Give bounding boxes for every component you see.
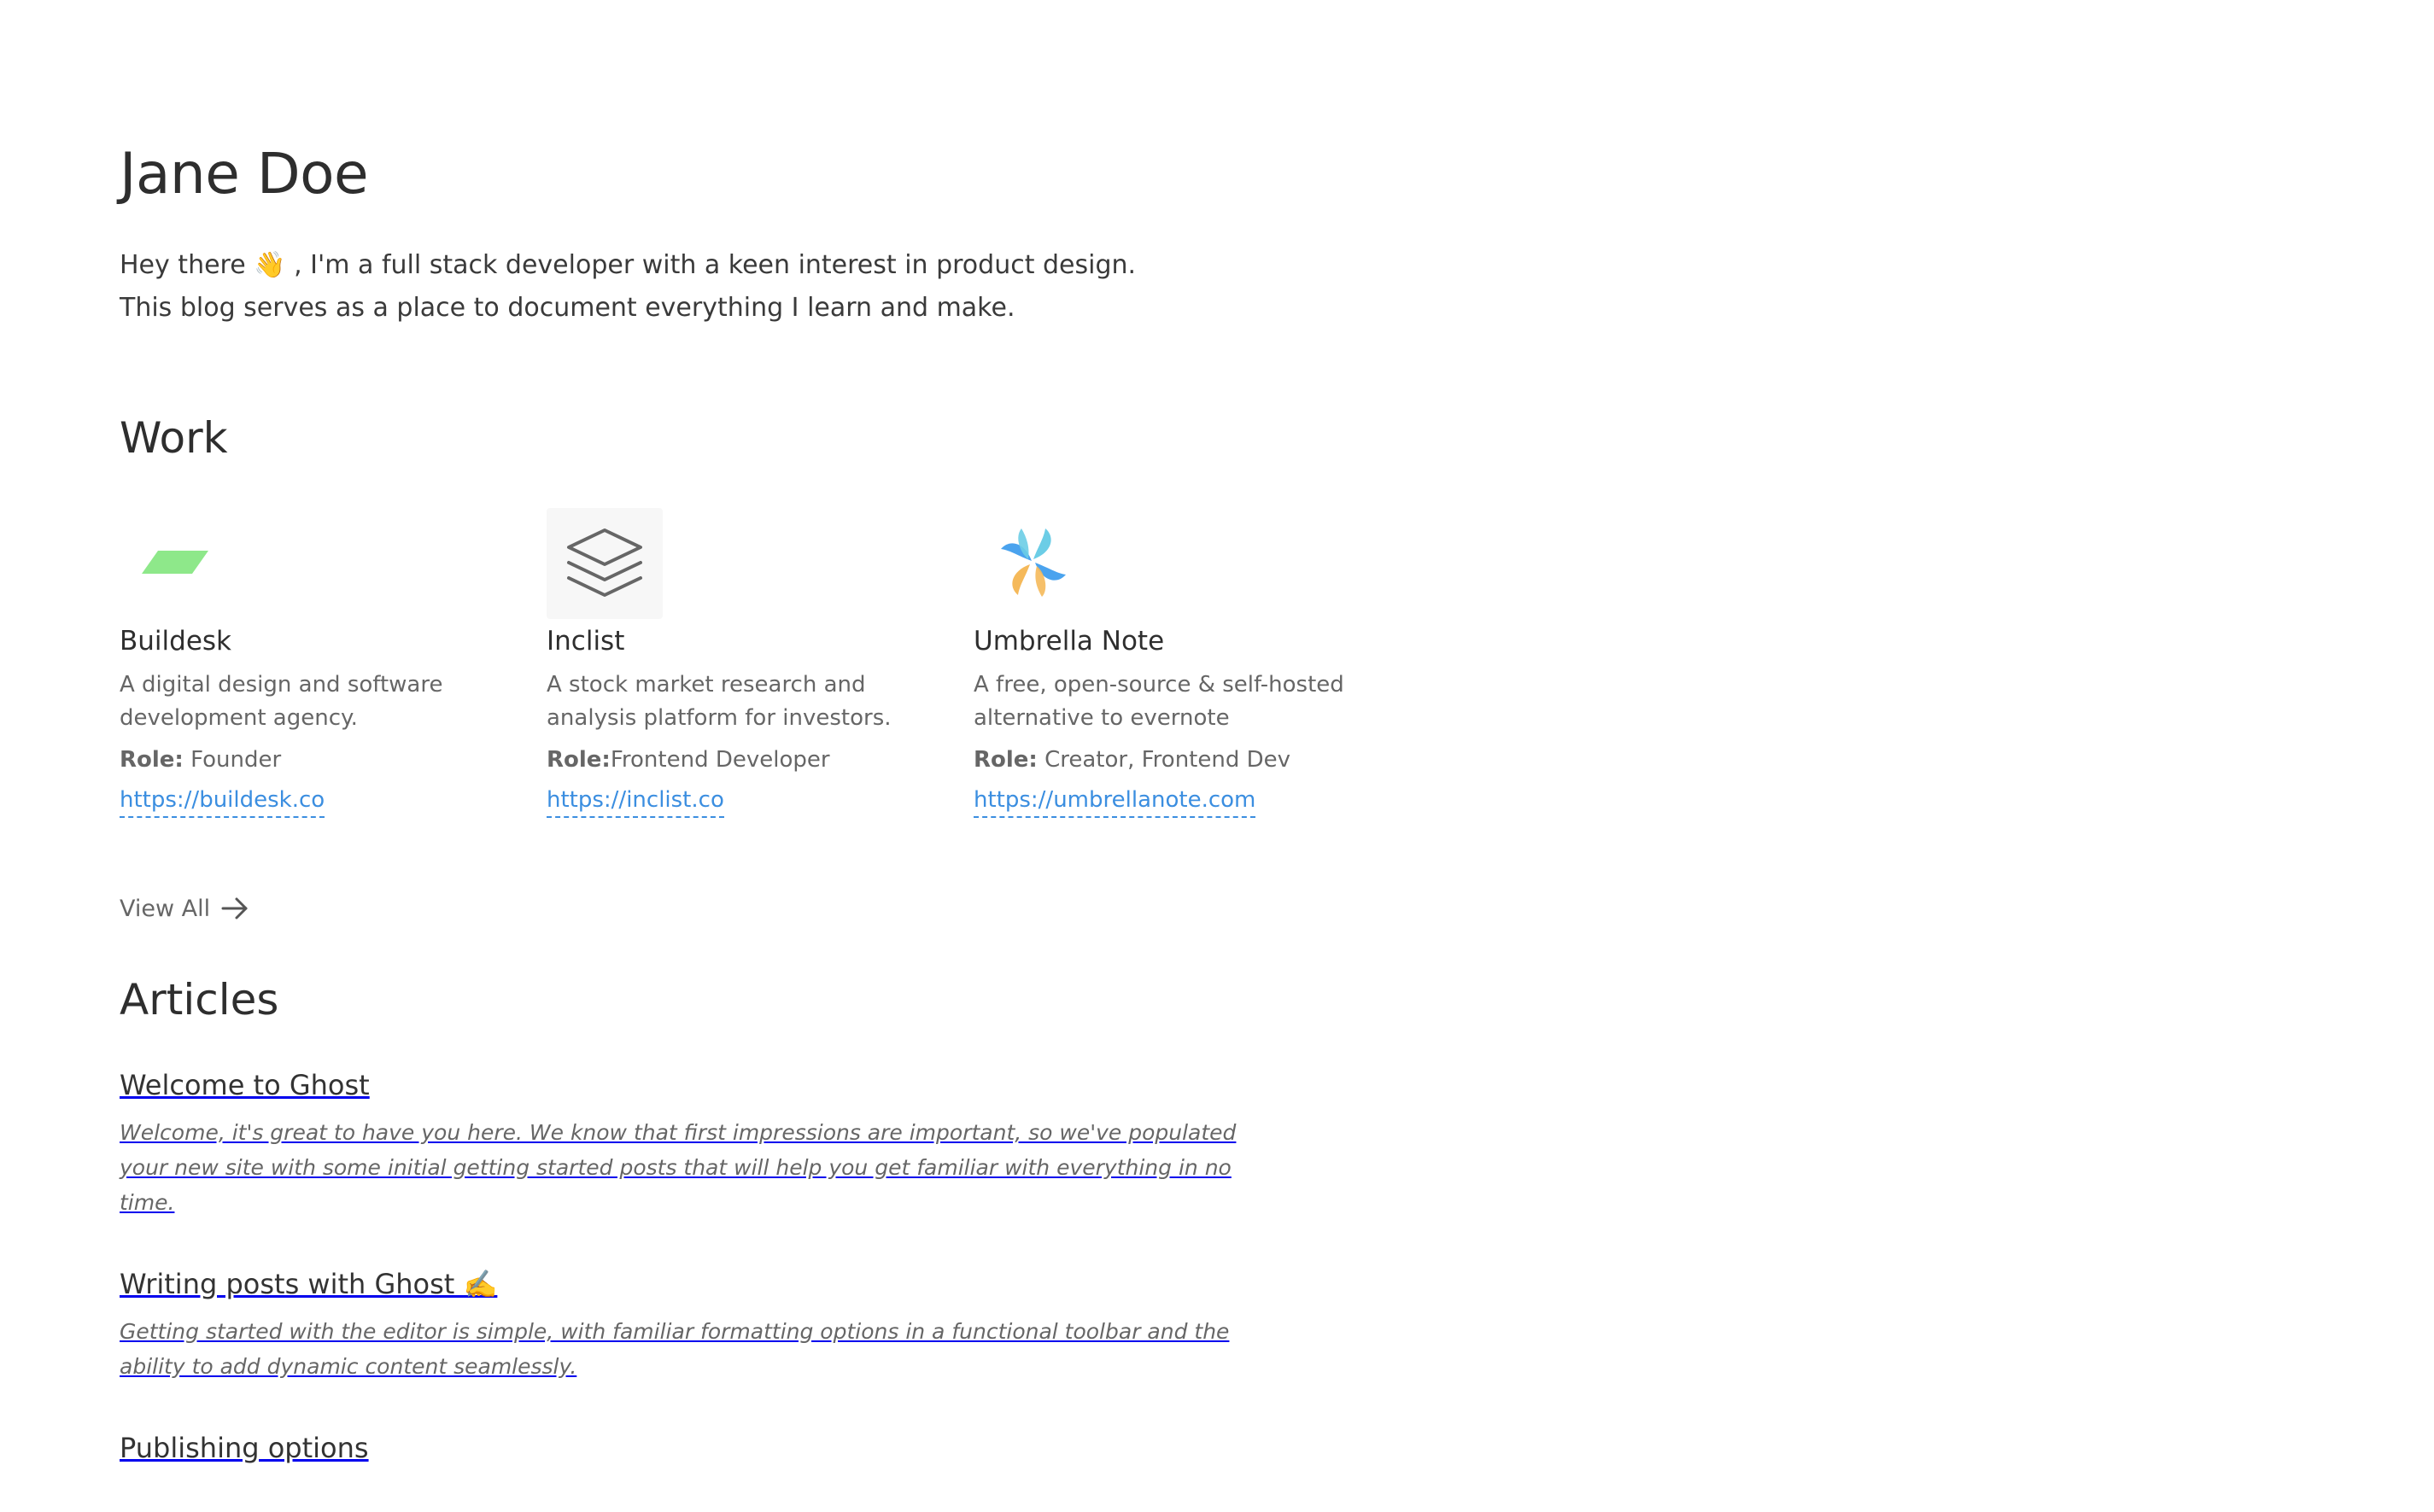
articles-section-title: Articles bbox=[120, 975, 279, 1025]
role-value: Frontend Developer bbox=[610, 747, 830, 773]
article-excerpt: Getting started with the editor is simpl… bbox=[120, 1319, 1230, 1379]
project-link-buildesk[interactable]: https://buildesk.co bbox=[120, 784, 325, 818]
project-name: Inclist bbox=[547, 626, 625, 657]
project-description: A stock market research and analysis pla… bbox=[547, 672, 892, 731]
writing-hand-emoji-icon: ✍️ bbox=[463, 1268, 498, 1300]
project-card-buildesk: Buildesk A digital design and software d… bbox=[120, 508, 530, 818]
project-name: Buildesk bbox=[120, 626, 231, 657]
project-link-umbrella-note[interactable]: https://umbrellanote.com bbox=[974, 784, 1256, 818]
inclist-layers-logo-icon[interactable] bbox=[547, 508, 663, 619]
projects-list: Buildesk A digital design and software d… bbox=[120, 508, 1366, 832]
umbrella-note-logo-svg bbox=[1001, 528, 1066, 597]
intro-text-start: Hey there bbox=[120, 250, 255, 280]
project-link-inclist[interactable]: https://inclist.co bbox=[547, 784, 724, 818]
article-item[interactable]: Writing posts with Ghost ✍️ Getting star… bbox=[120, 1264, 1315, 1384]
waving-hand-emoji-icon: 👋 bbox=[254, 250, 286, 280]
project-description: A free, open-source & self-hosted altern… bbox=[974, 672, 1344, 731]
articles-list: Welcome to Ghost Welcome, it's great to … bbox=[120, 1065, 1315, 1512]
article-title: Writing posts with Ghost ✍️ bbox=[120, 1264, 1315, 1304]
buildesk-logo-shape bbox=[142, 551, 208, 574]
project-name: Umbrella Note bbox=[974, 626, 1165, 657]
petal-top bbox=[1033, 528, 1051, 559]
author-name: Jane Doe bbox=[120, 141, 369, 207]
umbrella-note-logo-icon[interactable] bbox=[974, 508, 1090, 619]
work-section-title: Work bbox=[120, 413, 228, 463]
buildesk-logo-svg bbox=[142, 551, 208, 574]
role-value: Creator, Frontend Dev bbox=[1037, 747, 1291, 773]
view-all-label: View All bbox=[120, 895, 211, 922]
role-value: Founder bbox=[183, 747, 282, 773]
article-title-text: Writing posts with Ghost bbox=[120, 1268, 464, 1300]
inclist-logo-svg bbox=[567, 528, 642, 597]
role-label: Role: bbox=[974, 747, 1038, 773]
arrow-right-icon bbox=[221, 897, 248, 919]
project-card-umbrella-note: Umbrella Note A free, open-source & self… bbox=[974, 508, 1384, 818]
project-role: Role: Founder bbox=[120, 744, 530, 777]
article-title: Welcome to Ghost bbox=[120, 1069, 370, 1101]
intro-text: Hey there 👋 , I'm a full stack developer… bbox=[120, 244, 1144, 330]
project-role: Role:Frontend Developer bbox=[547, 744, 957, 777]
view-all-link[interactable]: View All bbox=[120, 892, 251, 925]
article-excerpt: Welcome, it's great to have you here. We… bbox=[120, 1120, 1237, 1215]
buildesk-logo-icon[interactable] bbox=[120, 508, 236, 619]
role-label: Role: bbox=[547, 747, 611, 773]
role-label: Role: bbox=[120, 747, 184, 773]
petal-bottom bbox=[1012, 564, 1030, 595]
project-description: A digital design and software developmen… bbox=[120, 672, 443, 731]
project-role: Role: Creator, Frontend Dev bbox=[974, 744, 1384, 777]
article-item[interactable]: Welcome to Ghost Welcome, it's great to … bbox=[120, 1065, 1315, 1220]
article-item[interactable]: Publishing options bbox=[120, 1428, 1315, 1468]
article-title: Publishing options bbox=[120, 1432, 369, 1464]
layer-top bbox=[567, 528, 642, 566]
project-card-inclist: Inclist A stock market research and anal… bbox=[547, 508, 957, 818]
